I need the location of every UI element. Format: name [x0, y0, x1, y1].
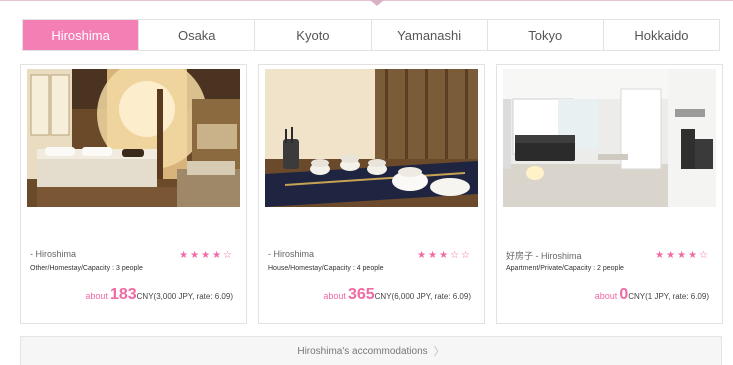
view-accommodations-link[interactable]: Hiroshima's accommodations 〉 — [20, 336, 722, 365]
star-filled-icon: ★ — [439, 250, 451, 261]
top-notch-pointer — [370, 0, 384, 6]
price-value: 183 — [109, 286, 137, 303]
accommodation-details: Other/Homestay/Capacity : 3 people — [30, 265, 143, 272]
star-empty-icon: ☆ — [450, 250, 462, 261]
accommodation-card[interactable]: - Hiroshima ★★★☆☆ House/Homestay/Capacit… — [258, 64, 485, 324]
accommodation-location: - Hiroshima — [30, 249, 77, 259]
tab-kyoto[interactable]: Kyoto — [254, 20, 370, 50]
star-filled-icon: ★ — [212, 250, 224, 261]
star-empty-icon: ☆ — [223, 250, 234, 261]
tab-hiroshima[interactable]: Hiroshima — [23, 20, 139, 50]
accommodation-price: about 0 CNY(1 JPY, rate: 6.09) — [595, 286, 709, 304]
accommodation-card[interactable]: 好房子 - Hiroshima ★★★★☆ Apartment/Private/… — [496, 64, 723, 324]
accommodation-photo[interactable] — [265, 69, 478, 207]
price-prefix: about — [85, 291, 108, 301]
price-suffix: CNY(1 JPY, rate: 6.09) — [628, 292, 709, 301]
region-tabs: Hiroshima Osaka Kyoto Yamanashi Tokyo Ho… — [22, 19, 720, 51]
footer-label: Hiroshima's accommodations — [297, 345, 428, 357]
star-filled-icon: ★ — [417, 250, 429, 261]
star-empty-icon: ☆ — [461, 250, 472, 261]
tab-osaka[interactable]: Osaka — [138, 20, 254, 50]
rating-stars: ★★★☆☆ — [417, 250, 472, 261]
price-prefix: about — [323, 291, 346, 301]
star-filled-icon: ★ — [655, 250, 667, 261]
star-filled-icon: ★ — [190, 250, 202, 261]
price-prefix: about — [594, 291, 618, 301]
accommodation-photo[interactable] — [503, 69, 716, 207]
star-filled-icon: ★ — [428, 250, 440, 261]
star-empty-icon: ☆ — [699, 250, 710, 261]
chevron-right-icon: 〉 — [433, 346, 445, 358]
rating-stars: ★★★★☆ — [179, 250, 234, 261]
top-divider — [0, 0, 733, 1]
price-value: 0 — [619, 286, 629, 303]
accommodation-price: about 183 CNY(3,000 JPY, rate: 6.09) — [85, 286, 233, 304]
star-filled-icon: ★ — [677, 250, 689, 261]
star-filled-icon: ★ — [179, 250, 191, 261]
star-filled-icon: ★ — [201, 250, 213, 261]
star-filled-icon: ★ — [688, 250, 700, 261]
rating-stars: ★★★★☆ — [655, 250, 710, 261]
accommodation-list: - Hiroshima ★★★★☆ Other/Homestay/Capacit… — [20, 64, 723, 324]
accommodation-photo[interactable] — [27, 69, 240, 207]
tab-yamanashi[interactable]: Yamanashi — [370, 20, 487, 50]
price-suffix: CNY(3,000 JPY, rate: 6.09) — [136, 292, 233, 301]
accommodation-details: House/Homestay/Capacity : 4 people — [268, 265, 384, 272]
price-value: 365 — [347, 286, 375, 303]
accommodation-location: 好房子 - Hiroshima — [506, 251, 582, 261]
tab-hokkaido[interactable]: Hokkaido — [602, 20, 719, 50]
tab-tokyo[interactable]: Tokyo — [486, 20, 603, 50]
accommodation-location: - Hiroshima — [268, 249, 315, 259]
accommodation-card[interactable]: - Hiroshima ★★★★☆ Other/Homestay/Capacit… — [20, 64, 247, 324]
accommodation-price: about 365 CNY(6,000 JPY, rate: 6.09) — [323, 286, 471, 304]
price-suffix: CNY(6,000 JPY, rate: 6.09) — [374, 292, 471, 301]
accommodation-details: Apartment/Private/Capacity : 2 people — [506, 265, 624, 272]
star-filled-icon: ★ — [666, 250, 678, 261]
